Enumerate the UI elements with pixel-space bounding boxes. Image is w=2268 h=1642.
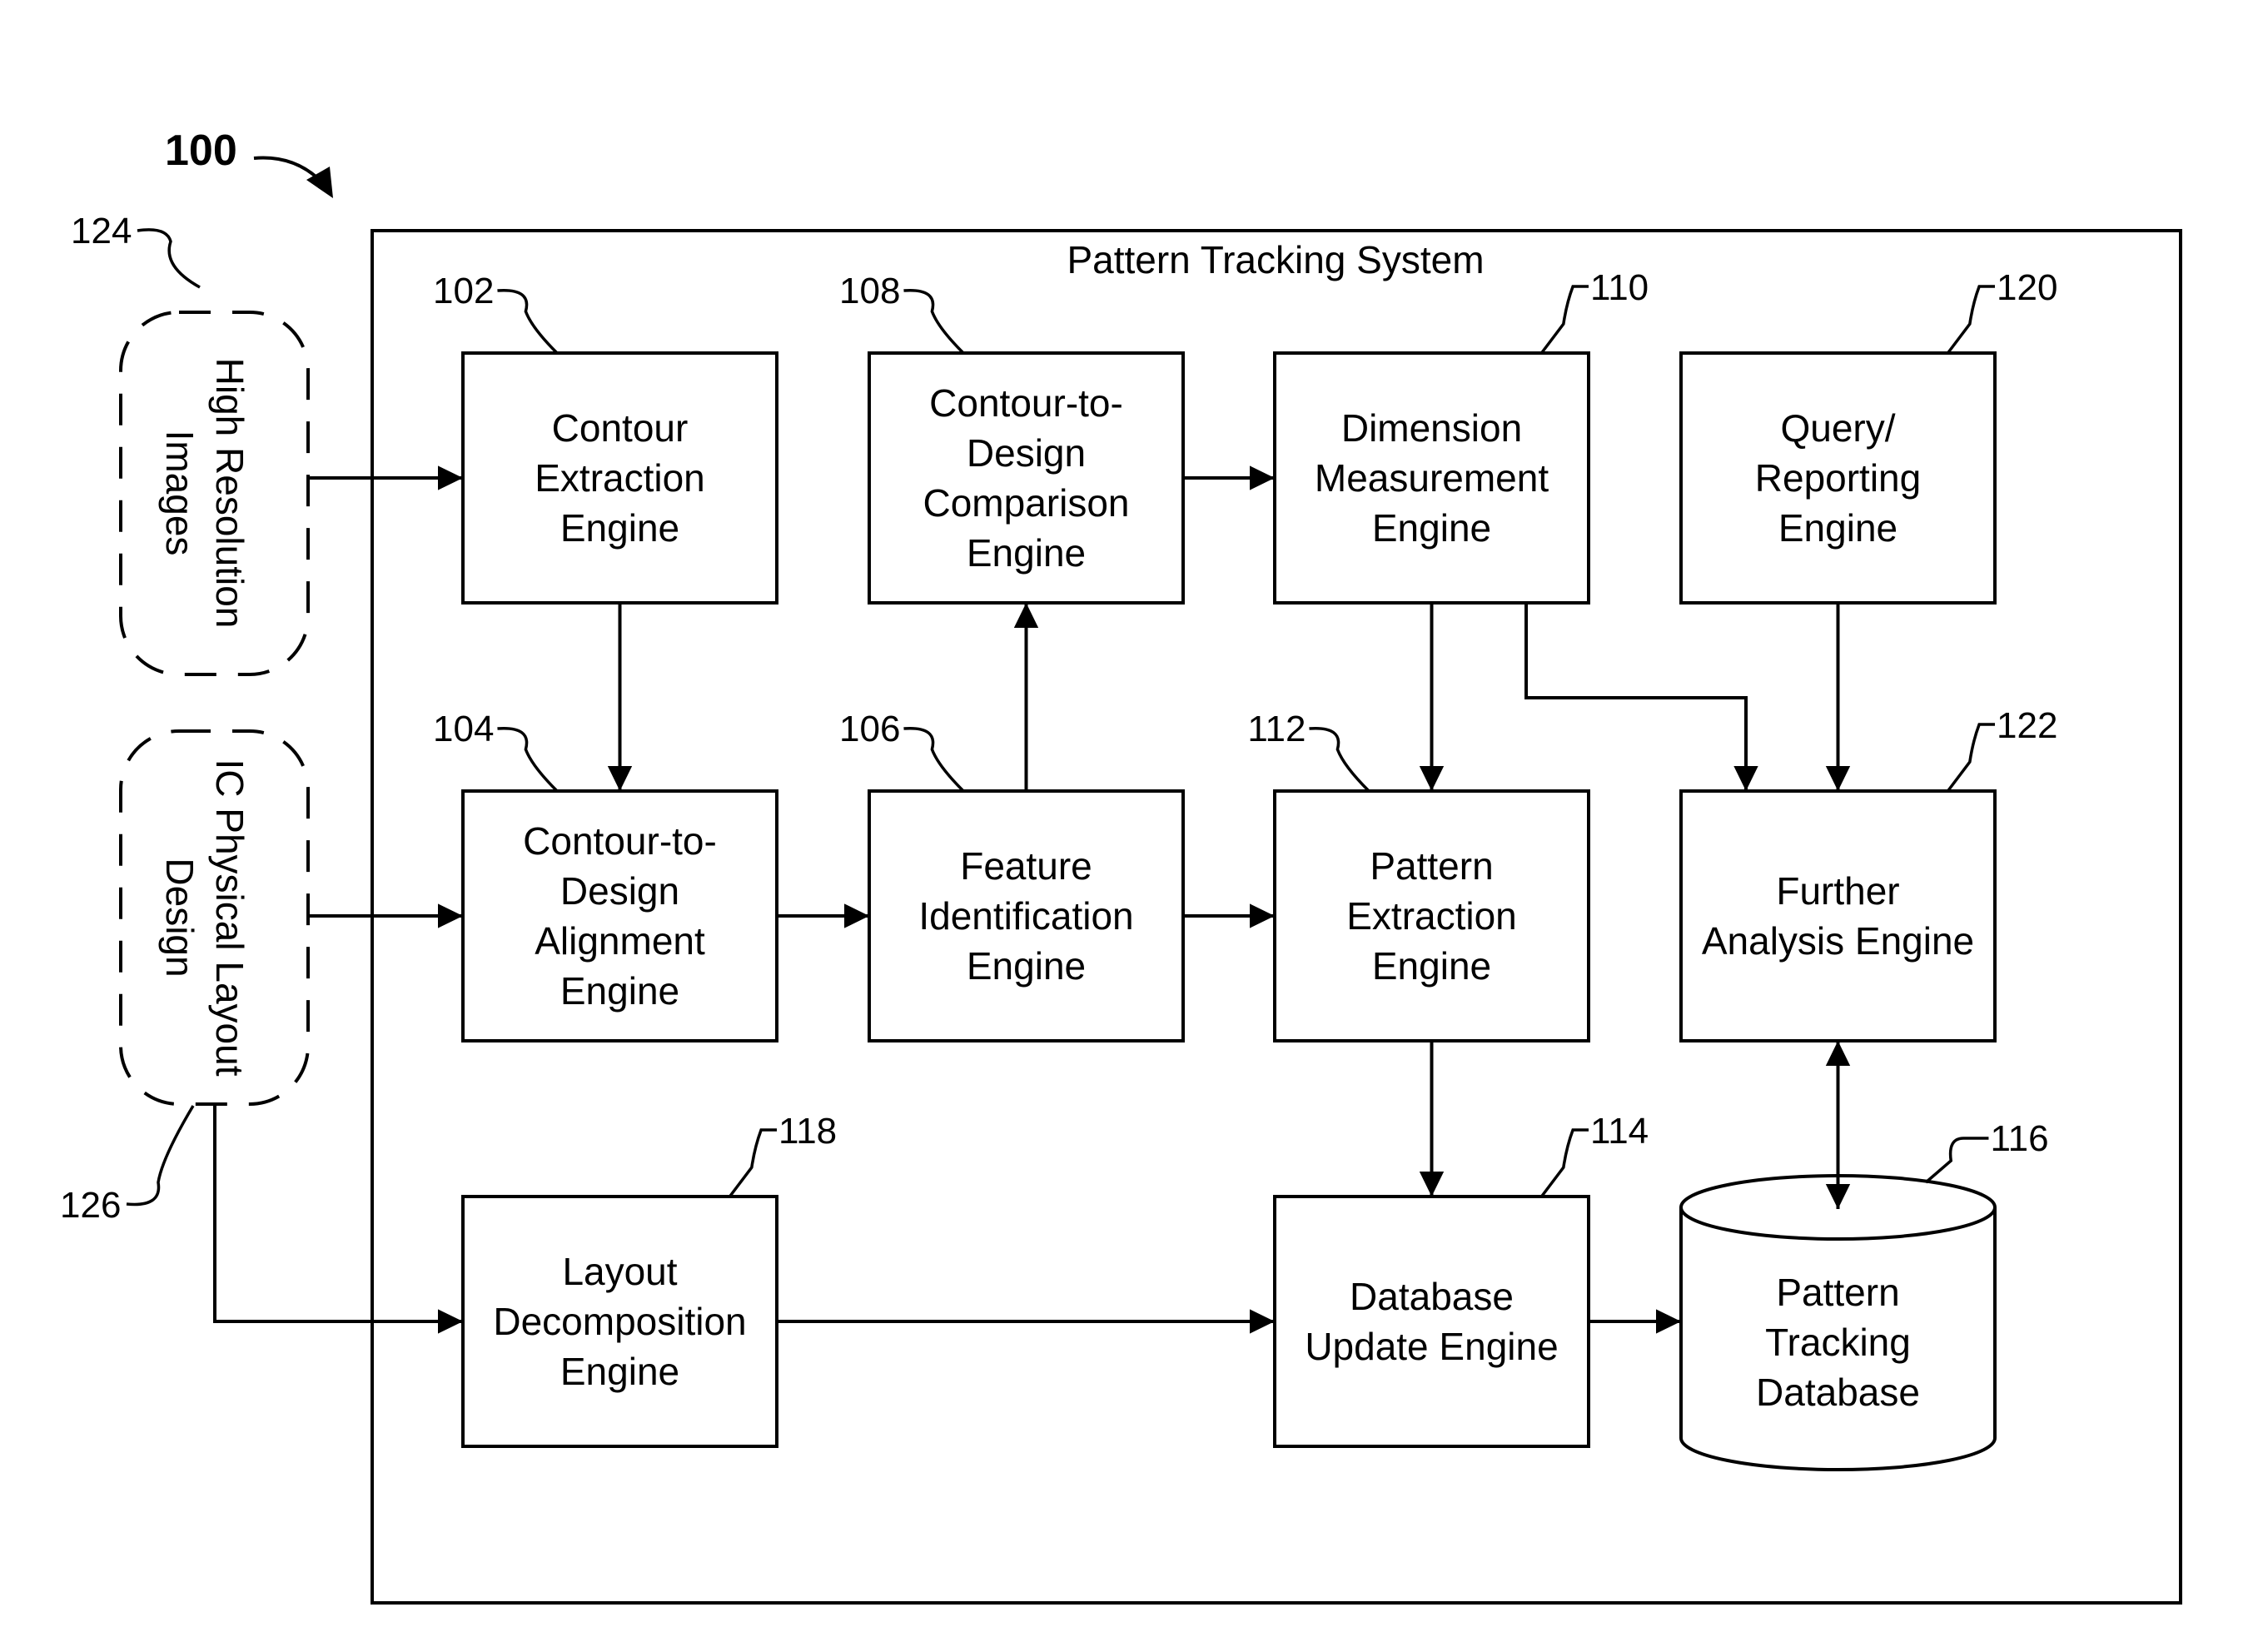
leader-104 [497, 726, 559, 793]
leader-108 [903, 288, 965, 355]
figure-ref-label: 100 [165, 127, 237, 175]
engine-label-line: Layout [562, 1250, 677, 1293]
engine-label-line: Query/ [1780, 406, 1895, 450]
connector-e106-to-e112-head [1250, 903, 1275, 928]
block-diagram: 100 Pattern Tracking System High Resolut… [60, 127, 2182, 1605]
connector-in124-to-e102-head [438, 465, 463, 490]
engine-label-line: Dimension [1341, 406, 1522, 450]
input-126-line-2: Design [158, 858, 201, 977]
engine-label-line: Contour [552, 406, 689, 450]
diagram-canvas: 100 Pattern Tracking System High Resolut… [0, 0, 2268, 1642]
input-124-line-2: Images [158, 430, 201, 556]
engine-label-line: Decomposition [493, 1300, 746, 1343]
engine-label-line: Engine [560, 506, 679, 550]
engine-110[interactable]: Dimension Measurement Engine 110 [1273, 267, 1649, 605]
engine-label-line: Engine [560, 969, 679, 1013]
leader-110 [1540, 285, 1589, 355]
engine-106[interactable]: Feature Identification Engine 106 [839, 709, 1185, 1042]
leader-120 [1947, 285, 1995, 355]
engine-label-line: Extraction [535, 456, 705, 500]
engine-box[interactable] [1273, 1195, 1590, 1448]
connector-e108-to-e110-head [1250, 465, 1275, 490]
engine-114[interactable]: Database Update Engine 114 [1273, 1111, 1649, 1448]
engine-label-line: Comparison [923, 481, 1130, 525]
leader-118 [729, 1128, 777, 1198]
leader-112 [1309, 726, 1370, 793]
engine-label-line: Design [560, 869, 679, 913]
engine-104[interactable]: Contour-to- Design Alignment Engine 104 [433, 709, 778, 1042]
engine-label-line: Engine [1778, 506, 1897, 550]
connector-in126-to-e104-head [438, 903, 463, 928]
connector-in126-to-e118-head [438, 1309, 463, 1334]
engine-label-line: Alignment [535, 919, 705, 963]
engine-label-line: Analysis Engine [1702, 919, 1974, 963]
connector-e110-to-e112-head [1419, 766, 1445, 791]
engine-120[interactable]: Query/Reporting Engine 120 [1679, 267, 2057, 605]
database-label-line: Tracking [1765, 1321, 1911, 1364]
engine-label-line: Engine [967, 944, 1086, 988]
connector-e118-to-e114-head [1250, 1309, 1275, 1334]
ref-118: 118 [778, 1111, 837, 1152]
ref-108: 108 [839, 271, 900, 311]
ref-114: 114 [1590, 1111, 1649, 1152]
connector-e112-to-e114-head [1419, 1172, 1445, 1197]
engine-label-line: Contour-to- [929, 381, 1123, 425]
engine-label-line: Engine [560, 1350, 679, 1393]
input-124-line-1: High Resolution [208, 358, 251, 629]
engine-102[interactable]: Contour Extraction Engine 102 [433, 271, 778, 605]
engine-label-line: Engine [1372, 506, 1491, 550]
engine-label-line: Feature [960, 844, 1092, 888]
engine-label-line: Reporting [1755, 456, 1921, 500]
engine-box[interactable] [1679, 789, 1997, 1042]
engine-112[interactable]: Pattern Extraction Engine 112 [1247, 709, 1590, 1042]
leader-116 [1924, 1137, 1989, 1184]
leader-122 [1947, 723, 1995, 793]
engine-label-line: Design [967, 431, 1086, 475]
engine-label-line: Measurement [1315, 456, 1549, 500]
input-126-line-1: IC Physical Layout [208, 759, 251, 1077]
connector-e102-to-e104-head [607, 766, 633, 791]
ref-122: 122 [1997, 705, 2057, 746]
connector-e122-to-db116-head-up [1825, 1041, 1851, 1066]
engine-label-line: Database [1350, 1275, 1514, 1318]
ref-120: 120 [1997, 267, 2057, 308]
engine-108[interactable]: Contour-to- Design Comparison Engine 108 [839, 271, 1185, 605]
ref-126: 126 [60, 1185, 121, 1226]
connector-e110-to-e122 [1524, 603, 1748, 791]
engine-label-line: Identification [918, 894, 1133, 938]
ref-112: 112 [1247, 709, 1306, 749]
engine-label-line: Update Engine [1305, 1325, 1558, 1368]
engine-label-line: Further [1776, 869, 1899, 913]
connector-e106-to-e108-head [1013, 603, 1039, 628]
ref-102: 102 [433, 271, 494, 311]
leader-114 [1540, 1128, 1589, 1198]
ref-124: 124 [71, 211, 132, 251]
connector-e104-to-e106-head [844, 903, 869, 928]
engine-label-line: Extraction [1346, 894, 1517, 938]
connector-e114-to-db116-head [1656, 1309, 1681, 1334]
ref-104: 104 [433, 709, 494, 749]
database-116[interactable]: Pattern Tracking Database 116 [1679, 1118, 2049, 1471]
leader-106 [903, 726, 965, 793]
leader-124 [137, 228, 201, 289]
engine-122[interactable]: Further Analysis Engine 122 [1679, 705, 2057, 1042]
engine-label-line: Engine [967, 531, 1086, 575]
engine-label-line: Engine [1372, 944, 1491, 988]
ref-116: 116 [1990, 1118, 2048, 1159]
ref-106: 106 [839, 709, 900, 749]
leader-102 [497, 288, 559, 355]
connector-e120-to-e122-head [1825, 766, 1851, 791]
leader-126 [126, 1105, 195, 1207]
connector-in126-to-e118 [213, 1104, 463, 1323]
database-label-line: Database [1756, 1371, 1920, 1414]
connector-e110-to-e122-head [1733, 766, 1758, 791]
engine-label-line: Pattern [1370, 844, 1493, 888]
database-label-line: Pattern [1776, 1271, 1899, 1314]
engine-118[interactable]: Layout Decomposition Engine 118 [461, 1111, 837, 1448]
engine-label-line: Contour-to- [523, 819, 717, 863]
system-title: Pattern Tracking System [1067, 238, 1484, 281]
ref-110: 110 [1590, 267, 1649, 308]
